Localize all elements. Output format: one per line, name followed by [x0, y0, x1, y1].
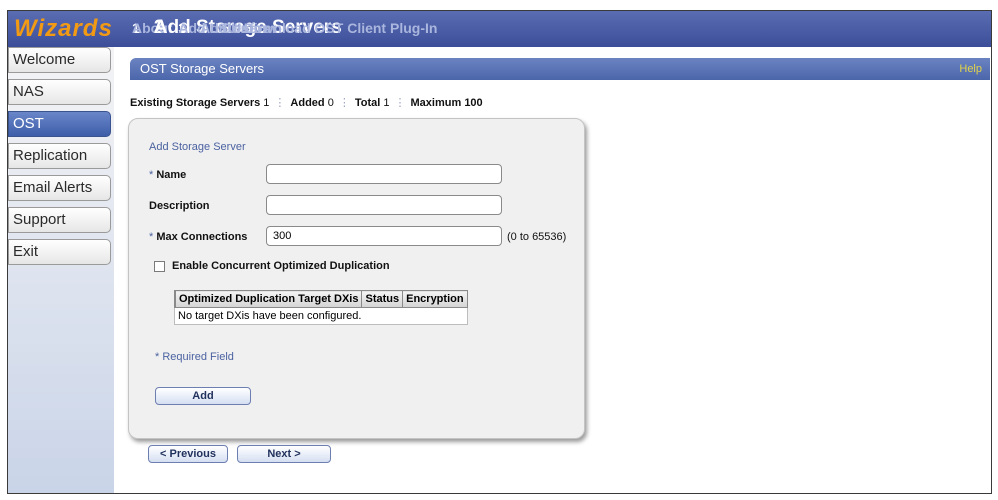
added-label: Added — [290, 97, 325, 109]
description-label: Description — [149, 200, 210, 212]
add-button[interactable]: Add — [155, 387, 251, 405]
table-header-row: Optimized Duplication Target DXis Status… — [174, 290, 468, 308]
previous-button[interactable]: < Previous — [148, 445, 228, 463]
help-link[interactable]: Help — [959, 58, 982, 80]
nav-exit[interactable]: Exit — [8, 239, 111, 265]
nav-welcome[interactable]: Welcome — [8, 47, 111, 73]
required-field-note: * Required Field — [155, 351, 234, 363]
added-count: 0 — [327, 97, 334, 109]
wizard-window: Wizards 1 About 2 Add Storage Servers 3 Add… — [7, 10, 992, 494]
required-marker: * — [149, 169, 154, 181]
step-download-plugin[interactable]: 6 Download OST Client Plug-In — [244, 20, 438, 36]
max-connections-hint: (0 to 65536) — [507, 231, 567, 243]
step-add-storage-servers[interactable]: 2 Add Storage Servers — [154, 17, 342, 39]
max-connections-label: * Max Connections — [149, 231, 247, 243]
name-label: * Name — [149, 169, 186, 181]
name-input[interactable] — [266, 164, 502, 184]
section-header: OST Storage Servers Help — [130, 58, 990, 80]
server-counts: Existing Storage Servers 1 ⋮ Added 0 ⋮ Total… — [130, 96, 483, 109]
nav-replication[interactable]: Replication — [8, 143, 111, 169]
total-count: 1 — [383, 97, 390, 109]
wizard-steps: 1 About 2 Add Storage Servers 3 Add LSU's 4… — [132, 17, 438, 39]
step-label: Download OST Client Plug-In — [243, 20, 438, 36]
total-label: Total — [354, 97, 381, 109]
nav-email-alerts[interactable]: Email Alerts — [8, 175, 111, 201]
existing-count: 1 — [263, 97, 270, 109]
wizard-topbar: Wizards 1 About 2 Add Storage Servers 3 Add… — [8, 11, 991, 47]
step-about[interactable]: 1 About — [132, 20, 172, 36]
nav-support[interactable]: Support — [8, 207, 111, 233]
sidebar: Welcome NAS OST Replication Email Alerts… — [8, 47, 114, 493]
add-storage-server-panel: Add Storage Server * Name Description * … — [128, 118, 585, 439]
concurrent-duplication-label: Enable Concurrent Optimized Duplication — [172, 260, 390, 272]
separator: ⋮ — [274, 97, 286, 109]
step-add-users[interactable]: 4 Add Users — [200, 20, 270, 36]
separator: ⋮ — [394, 97, 406, 109]
wizards-logo: Wizards — [14, 15, 113, 42]
target-dxi-table: Optimized Duplication Target DXis Status… — [174, 290, 468, 325]
panel-title: Add Storage Server — [149, 141, 246, 153]
maximum-count: 100 — [464, 97, 483, 109]
max-connections-input[interactable] — [266, 226, 502, 246]
next-button[interactable]: Next > — [237, 445, 331, 463]
column-header-target[interactable]: Optimized Duplication Target DXis — [174, 290, 363, 308]
nav-ost[interactable]: OST — [8, 111, 111, 137]
name-label-text: Name — [156, 169, 187, 181]
existing-label: Existing Storage Servers — [130, 97, 261, 109]
step-add-lsus[interactable]: 3 Add LSU's — [178, 20, 248, 36]
step-confirm[interactable]: 5 Confirm — [222, 20, 276, 36]
table-empty-message: No target DXis have been configured. — [174, 307, 468, 325]
section-title: OST Storage Servers — [140, 61, 265, 76]
required-marker: * — [149, 231, 154, 243]
column-header-encryption[interactable]: Encryption — [402, 290, 468, 308]
concurrent-duplication-checkbox[interactable] — [154, 261, 165, 272]
table-row: No target DXis have been configured. — [174, 307, 468, 325]
maximum-label: Maximum — [410, 97, 462, 109]
separator: ⋮ — [338, 97, 350, 109]
max-connections-label-text: Max Connections — [156, 231, 248, 243]
nav-nas[interactable]: NAS — [8, 79, 111, 105]
description-input[interactable] — [266, 195, 502, 215]
column-header-status[interactable]: Status — [361, 290, 404, 308]
